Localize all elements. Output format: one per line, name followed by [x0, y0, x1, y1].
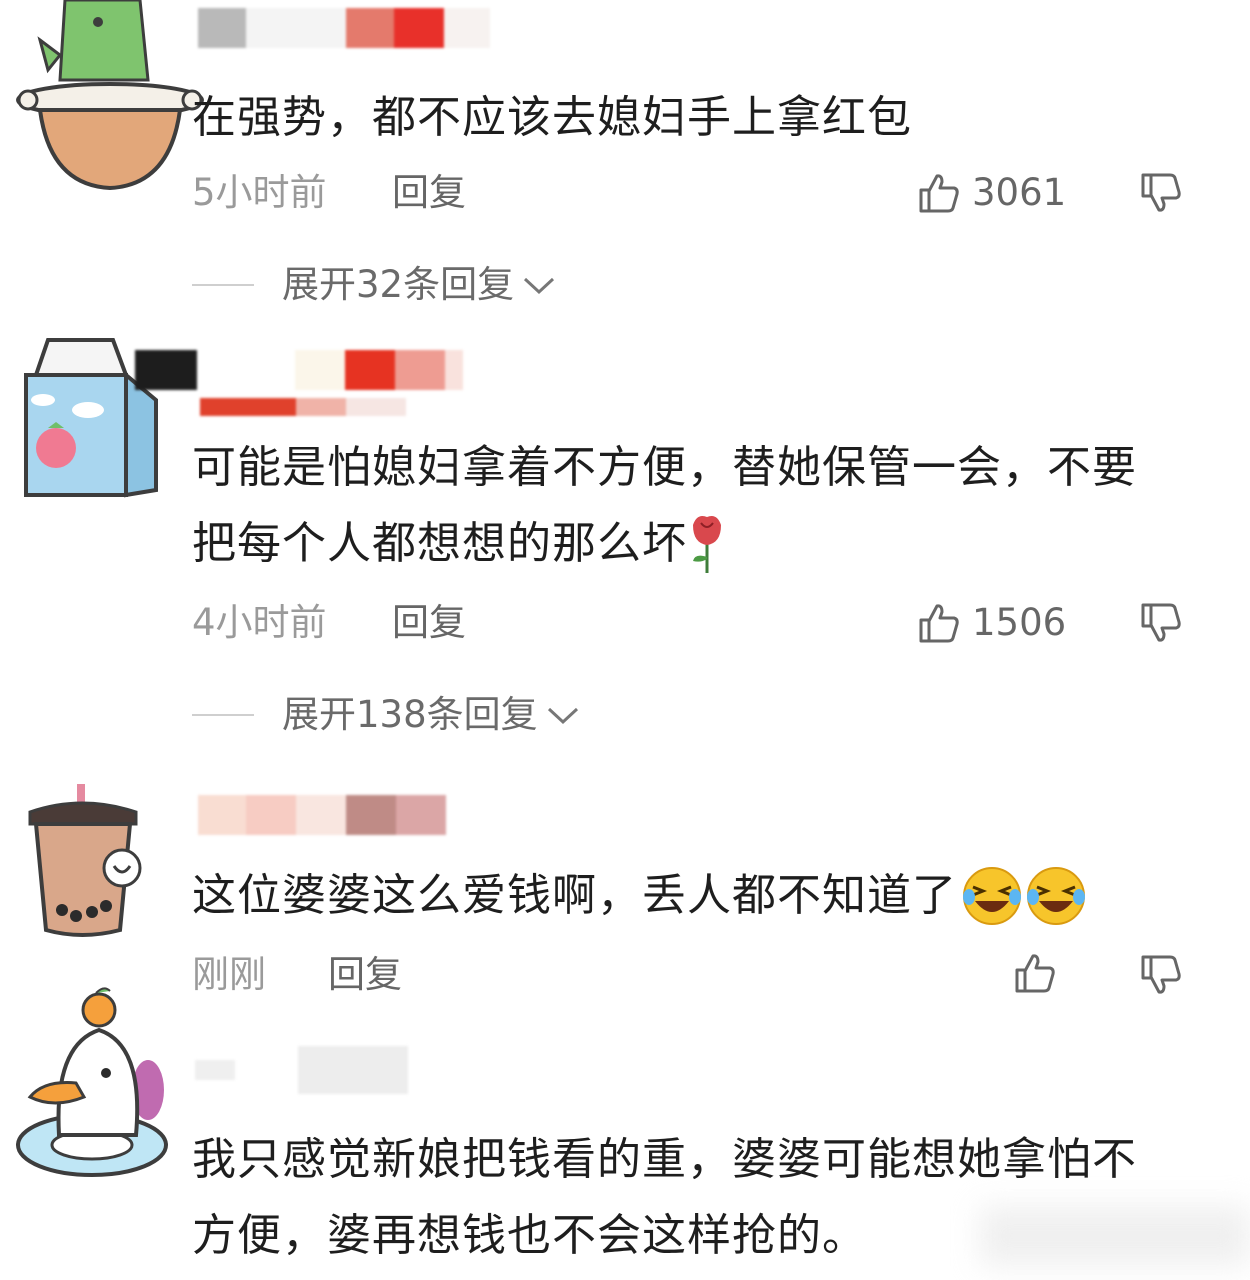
chevron-down-icon	[522, 274, 556, 296]
bubble-tea-avatar	[28, 784, 142, 937]
timestamp: 4小时前	[192, 601, 327, 644]
reply-button[interactable]: 回复	[392, 168, 466, 218]
divider	[192, 714, 254, 716]
timestamp: 5小时前	[192, 171, 327, 214]
thumbs-up-icon	[918, 602, 960, 644]
username-subtitle-redacted	[200, 398, 406, 416]
comment-text: 在强势，都不应该去媳妇手上拿红包	[192, 80, 912, 156]
comment-line: 把每个人都想想的那么坏	[192, 518, 687, 569]
chevron-down-icon	[546, 704, 580, 726]
dinosaur-in-pot-avatar	[16, 0, 204, 191]
comment-line: 可能是怕媳妇拿着不方便，替她保管一会，不要	[192, 442, 1137, 493]
comment-text: 这位婆婆这么爱钱啊，丢人都不知道了	[192, 858, 1087, 934]
duck-with-orange-avatar	[16, 987, 168, 1177]
comment-line-with-emoji: 把每个人都想想的那么坏	[192, 506, 1137, 582]
username-redacted[interactable]	[135, 350, 463, 390]
expand-replies[interactable]: 展开138条回复	[192, 690, 580, 740]
avatar[interactable]	[22, 782, 152, 942]
like-button[interactable]: 3061	[918, 168, 1066, 218]
thumbs-down-icon	[1140, 172, 1182, 214]
dislike-button[interactable]	[1140, 602, 1182, 644]
comment-line: 在强势，都不应该去媳妇手上拿红包	[192, 92, 912, 143]
reply-button[interactable]: 回复	[392, 598, 466, 648]
username-redacted[interactable]	[195, 1060, 295, 1080]
username-redacted[interactable]	[198, 8, 490, 48]
dislike-button[interactable]	[1140, 954, 1182, 996]
username-redacted[interactable]	[298, 1046, 408, 1094]
comment-line: 我只感觉新娘把钱看的重，婆婆可能想她拿怕不	[192, 1134, 1137, 1185]
dislike-button[interactable]	[1140, 172, 1182, 214]
thumbs-up-icon	[1014, 952, 1056, 994]
like-count: 1506	[972, 601, 1067, 644]
like-button[interactable]: 1506	[918, 598, 1066, 648]
expand-replies[interactable]: 展开32条回复	[192, 260, 556, 310]
timestamp: 刚刚	[192, 953, 266, 996]
avatar[interactable]	[14, 985, 169, 1180]
thumbs-down-icon	[1140, 954, 1182, 996]
laughing-crying-emoji	[1025, 865, 1087, 927]
comment-text: 可能是怕媳妇拿着不方便，替她保管一会，不要 把每个人都想想的那么坏	[192, 430, 1137, 582]
avatar[interactable]	[10, 0, 210, 195]
faded-overlay	[980, 1206, 1250, 1266]
expand-label: 展开138条回复	[282, 693, 538, 736]
divider	[192, 284, 254, 286]
username-redacted[interactable]	[198, 795, 446, 835]
thumbs-up-icon	[918, 172, 960, 214]
reply-button[interactable]: 回复	[328, 950, 402, 1000]
like-count: 3061	[972, 171, 1067, 214]
rose-emoji	[687, 513, 727, 575]
comment-line-with-emoji: 这位婆婆这么爱钱啊，丢人都不知道了	[192, 858, 1087, 934]
comment-line: 这位婆婆这么爱钱啊，丢人都不知道了	[192, 870, 957, 921]
thumbs-down-icon	[1140, 602, 1182, 644]
like-button[interactable]	[1014, 952, 1056, 994]
laughing-crying-emoji	[961, 865, 1023, 927]
expand-label: 展开32条回复	[282, 263, 515, 306]
